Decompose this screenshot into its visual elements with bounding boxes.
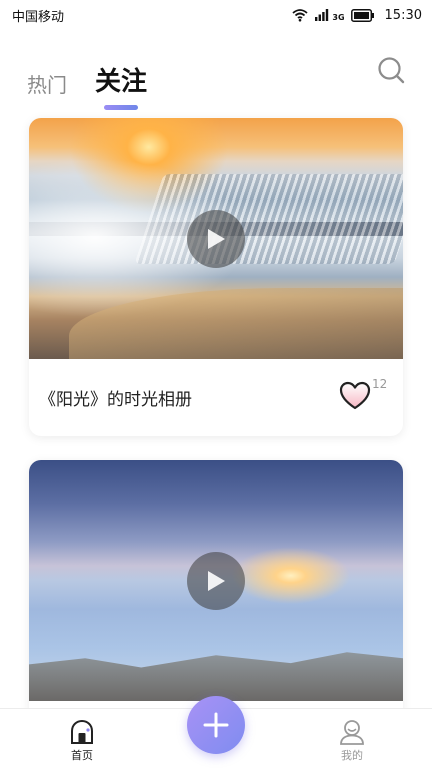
album-title: 《阳光》的时光相册 xyxy=(39,390,192,410)
status-icons: 3G 15:30 xyxy=(292,8,422,23)
nav-mine-label: 我的 xyxy=(341,749,363,762)
nav-home-label: 首页 xyxy=(71,749,93,762)
plus-icon xyxy=(203,712,229,738)
signal-icon xyxy=(315,9,329,21)
add-button[interactable] xyxy=(187,696,245,754)
play-button[interactable] xyxy=(187,210,245,268)
play-icon xyxy=(208,229,225,249)
battery-icon xyxy=(350,8,374,22)
home-icon xyxy=(71,719,93,744)
video-thumbnail[interactable] xyxy=(29,460,403,701)
wifi-icon xyxy=(292,9,308,22)
nav-mine[interactable]: 我的 xyxy=(322,719,382,763)
search-button[interactable] xyxy=(376,55,406,85)
search-icon xyxy=(378,57,405,84)
tab-hot[interactable]: 热门 xyxy=(27,70,67,100)
tab-follow-label: 关注 xyxy=(95,67,148,97)
video-card[interactable] xyxy=(29,460,403,720)
active-tab-indicator xyxy=(104,105,138,110)
tab-follow[interactable]: 关注 xyxy=(95,64,148,110)
status-time: 15:30 xyxy=(384,7,422,23)
carrier-name: 中国移动 xyxy=(12,9,65,25)
play-button[interactable] xyxy=(187,552,245,610)
status-bar: 中国移动 3G 15:30 xyxy=(0,0,432,30)
nav-home[interactable]: 首页 xyxy=(52,719,112,763)
feed-tabs: 热门 关注 xyxy=(27,50,148,110)
thumbnail-rocks xyxy=(29,652,403,701)
video-card[interactable]: 《阳光》的时光相册 12 xyxy=(29,118,403,436)
like-count: 12 xyxy=(372,377,388,391)
play-icon xyxy=(208,571,225,591)
profile-icon xyxy=(340,720,364,745)
video-thumbnail[interactable] xyxy=(29,118,403,359)
card-footer: 《阳光》的时光相册 12 xyxy=(29,359,403,436)
heart-icon xyxy=(339,381,371,410)
network-type: 3G xyxy=(332,13,345,22)
like-button[interactable] xyxy=(339,381,371,411)
tab-hot-label: 热门 xyxy=(27,73,67,97)
